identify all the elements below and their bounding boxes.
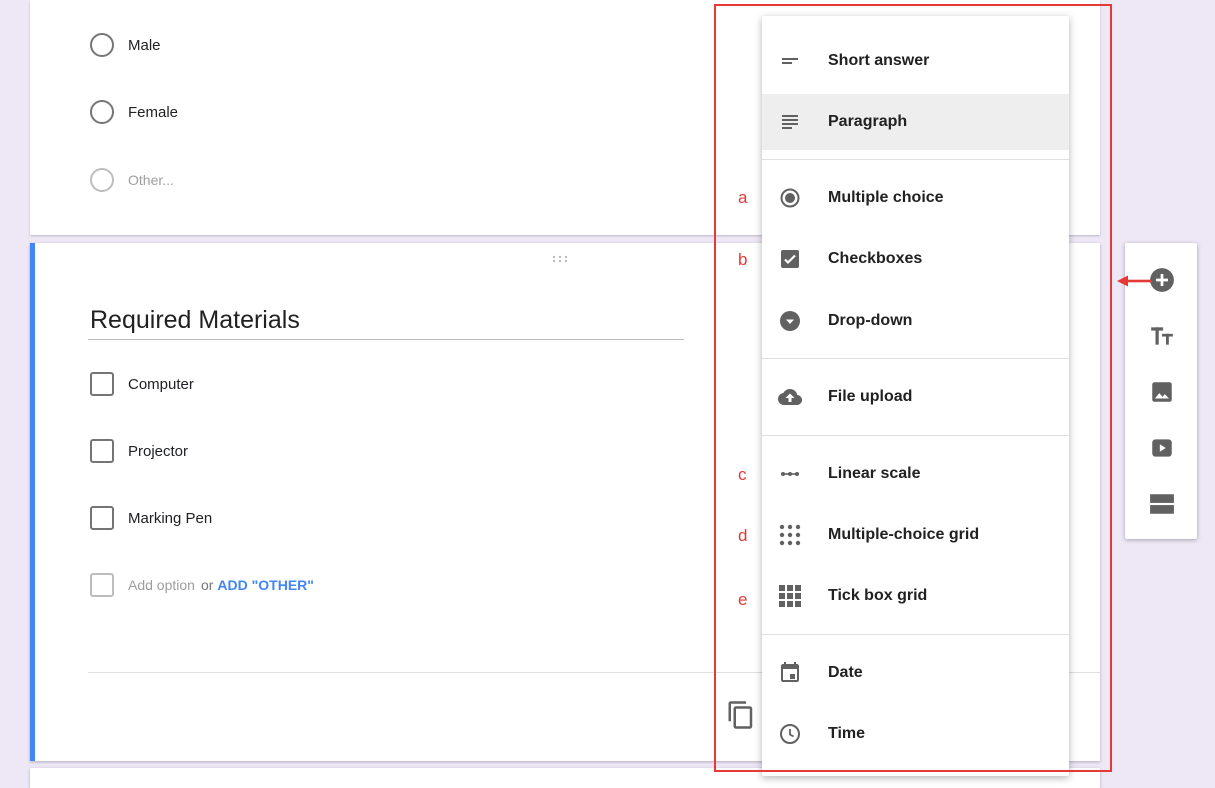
menu-divider [762,634,1069,635]
clock-icon [778,722,802,746]
menu-item-checkboxes[interactable]: Checkboxes [762,231,1069,287]
menu-item-drop-down[interactable]: Drop-down [762,293,1069,349]
menu-item-short-answer[interactable]: Short answer [762,33,1069,89]
option-label: Other... [128,172,174,188]
annotation-arrow-icon [1117,274,1152,287]
annotation-letter-e: e [738,590,748,609]
radio-option-female[interactable]: Female [90,99,178,125]
video-icon [1152,439,1172,457]
form-toolbar [1125,243,1197,539]
cloud-upload-icon [778,385,802,409]
menu-item-label: Multiple choice [828,189,944,206]
add-option-input[interactable]: Add option [128,577,195,593]
option-label[interactable]: Projector [128,443,188,460]
menu-item-label: Paragraph [828,113,908,130]
menu-item-date[interactable]: Date [762,645,1069,701]
title-text-icon [1151,327,1173,345]
grid-dots-icon [778,523,802,547]
option-label: Female [128,103,179,121]
drag-handle-icon[interactable] [552,255,568,263]
option-label: Male [128,36,161,54]
paragraph-icon [778,110,802,134]
menu-item-label: Short answer [828,52,930,69]
checkbox-option-marking-pen[interactable]: Marking Pen [90,505,212,531]
annotation-letter-d: d [738,526,748,545]
add-section-button[interactable] [1149,491,1175,517]
add-question-button[interactable] [1149,267,1175,293]
question-type-menu: Short answer Paragraph Multiple choice C… [762,16,1069,776]
radio-circle[interactable] [90,33,114,57]
checkbox-icon [778,247,802,271]
short-answer-icon [778,49,802,73]
add-option-row[interactable]: Add option or ADD "OTHER" [90,572,314,598]
menu-item-label: Time [828,725,866,742]
annotation-letter-c: c [738,465,747,484]
linear-scale-icon [778,462,802,486]
checkbox-square[interactable] [90,439,114,463]
or-text: or [200,577,214,593]
duplicate-icon[interactable] [726,700,756,730]
radio-option-other[interactable]: Other... [90,167,174,193]
dropdown-icon [778,309,802,333]
menu-divider [762,358,1069,359]
add-question-icon [1150,268,1174,292]
menu-item-label: Tick box grid [828,587,928,604]
menu-item-paragraph[interactable]: Paragraph [762,94,1069,150]
menu-item-linear-scale[interactable]: Linear scale [762,446,1069,502]
menu-item-time[interactable]: Time [762,706,1069,762]
grid-squares-icon [778,584,802,608]
option-label[interactable]: Marking Pen [128,510,212,527]
add-image-button[interactable] [1149,379,1175,405]
checkbox-option-computer[interactable]: Computer [90,371,194,397]
add-title-button[interactable] [1149,323,1175,349]
radio-option-male[interactable]: Male [90,32,161,58]
option-label[interactable]: Computer [128,376,194,393]
menu-divider [762,435,1069,436]
menu-item-file-upload[interactable]: File upload [762,369,1069,425]
menu-item-label: File upload [828,388,913,405]
menu-item-label: Multiple-choice grid [828,526,980,543]
menu-item-tick-box-grid[interactable]: Tick box grid [762,568,1069,624]
radio-circle[interactable] [90,100,114,124]
calendar-icon [778,661,802,685]
radio-circle[interactable] [90,168,114,192]
annotation-letter-a: a [738,188,748,207]
menu-item-label: Drop-down [828,312,913,329]
add-video-button[interactable] [1149,435,1175,461]
checkbox-option-projector[interactable]: Projector [90,438,188,464]
annotation-letter-b: b [738,250,748,269]
checkbox-square[interactable] [90,372,114,396]
section-icon [1150,494,1174,514]
radio-button-icon [778,186,802,210]
image-icon [1152,382,1172,402]
menu-item-label: Linear scale [828,465,921,482]
menu-item-label: Checkboxes [828,250,923,267]
add-other-link[interactable]: ADD "OTHER" [217,577,314,593]
menu-item-label: Date [828,664,863,681]
title-underline [88,339,684,340]
menu-item-multiple-choice-grid[interactable]: Multiple-choice grid [762,507,1069,563]
checkbox-square [90,573,114,597]
question-title[interactable]: Required Materials [90,306,300,335]
menu-divider [762,159,1069,160]
checkbox-square[interactable] [90,506,114,530]
menu-item-multiple-choice[interactable]: Multiple choice [762,170,1069,226]
